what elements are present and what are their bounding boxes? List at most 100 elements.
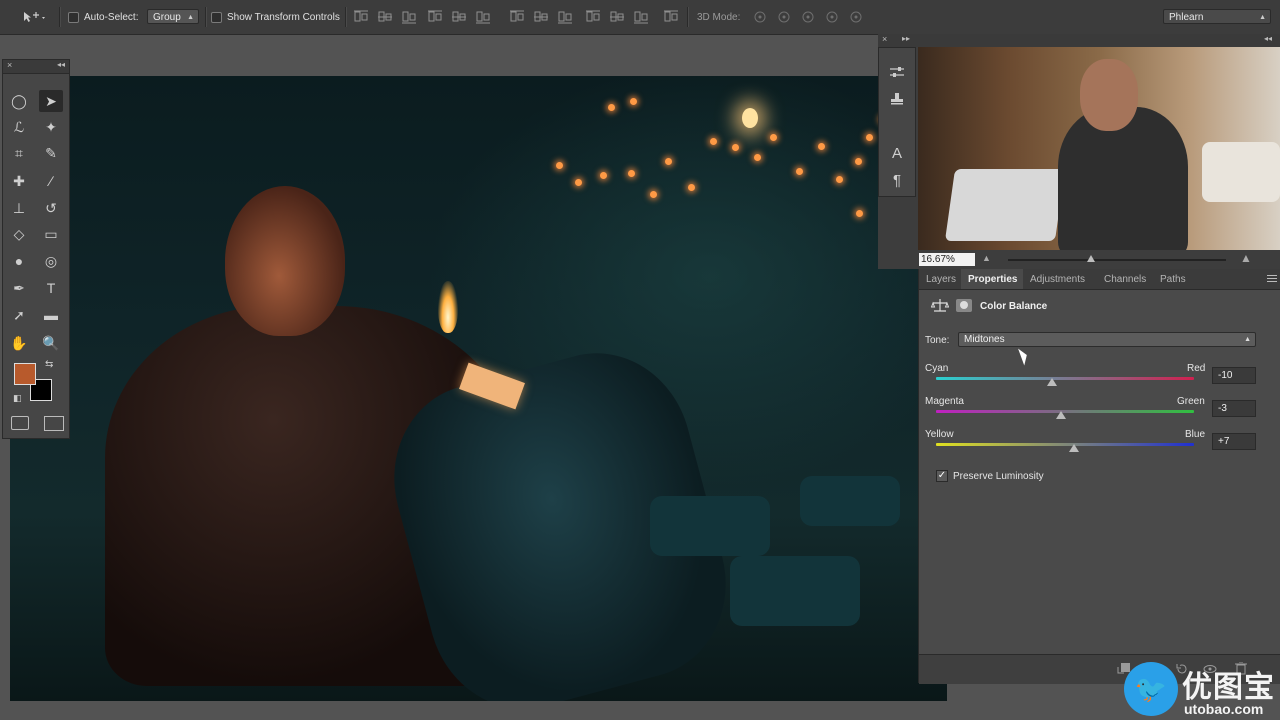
distribute-right-button[interactable] (634, 10, 648, 24)
hand-tool[interactable]: ✋ (7, 332, 31, 354)
roll-3d-button[interactable] (776, 10, 790, 24)
character-panel-button[interactable]: A (879, 140, 915, 167)
clone-source-button[interactable] (879, 85, 915, 112)
distribute-hcenter-button[interactable] (610, 10, 624, 24)
align-top-button[interactable] (354, 10, 368, 24)
elliptical-marquee-tool[interactable]: ◯ (7, 90, 31, 112)
auto-select-check[interactable] (68, 11, 79, 23)
yellow-blue-value[interactable]: +7 (1212, 433, 1256, 450)
tab-properties[interactable]: Properties (961, 269, 1023, 289)
distribute-left-icon (586, 10, 600, 22)
align-bottom-button[interactable] (402, 10, 416, 24)
workspace-dropdown[interactable]: Phlearn ▲ (1163, 9, 1271, 24)
eyedropper-tool[interactable]: ✎ (39, 142, 63, 164)
yellow-blue-track[interactable] (936, 443, 1194, 446)
navigator-zoom-row: 16.67% ▲ ▲ (918, 250, 1280, 268)
crop-tool[interactable]: ⌗ (7, 142, 31, 164)
move-tool-preset-button[interactable] (22, 0, 46, 34)
cyan-red-value[interactable]: -10 (1212, 367, 1256, 384)
eraser-tool[interactable]: ◇ (7, 223, 31, 245)
auto-select-dropdown[interactable]: Group ▲ (147, 9, 199, 24)
cyan-red-track[interactable] (936, 377, 1194, 380)
photo-light-bulb (556, 162, 563, 169)
pen-tool[interactable]: ✒ (7, 277, 31, 299)
orbit-3d-button[interactable] (752, 10, 766, 24)
align-hcenter-button[interactable] (452, 10, 466, 24)
options-bar: Auto-Select: Group ▲ Show Transform Cont… (0, 0, 1280, 35)
expand-icon[interactable]: ▸▸ (902, 34, 910, 43)
align-right-button[interactable] (476, 10, 490, 24)
align-right-icon (476, 11, 490, 24)
clone-stamp-tool[interactable]: ⊥ (7, 197, 31, 219)
distribute-bottom-button[interactable] (558, 10, 572, 24)
pan-3d-icon (802, 11, 814, 23)
auto-align-button[interactable] (664, 10, 678, 24)
move-tool[interactable]: ➤ (39, 90, 63, 112)
blur-tool[interactable]: ● (7, 250, 31, 272)
layer-mask-icon[interactable] (956, 299, 972, 312)
auto-select-checkbox[interactable]: Auto-Select: (68, 0, 138, 34)
default-colors-icon[interactable]: ◧ (13, 393, 22, 404)
swap-colors-icon[interactable]: ⇆ (45, 359, 53, 370)
type-tool[interactable]: T (39, 277, 63, 299)
magenta-green-value[interactable]: -3 (1212, 400, 1256, 417)
zoom-in-icon[interactable]: ▲ (1240, 251, 1252, 265)
document-canvas[interactable] (10, 76, 947, 701)
navigator-preview[interactable] (918, 47, 1280, 250)
navigator-header: × ▸▸ ◂◂ (878, 34, 1280, 47)
photo-person-head (225, 186, 345, 336)
close-icon[interactable]: × (882, 34, 887, 44)
slide-3d-button[interactable] (824, 10, 838, 24)
gradient-tool[interactable]: ▭ (39, 223, 63, 245)
align-vcenter-button[interactable] (378, 10, 392, 24)
screen-mode-icon[interactable] (44, 416, 64, 431)
auto-align-icon (664, 10, 678, 22)
tab-adjustments[interactable]: Adjustments (1023, 269, 1097, 289)
slider-left-label: Magenta (925, 396, 964, 407)
paragraph-icon: ¶ (892, 172, 902, 189)
distribute-top-button[interactable] (510, 10, 524, 24)
magic-wand-tool[interactable]: ✦ (39, 116, 63, 138)
distribute-left-button[interactable] (586, 10, 600, 24)
zoom-slider-track[interactable] (1008, 259, 1226, 261)
tab-layers[interactable]: Layers (919, 269, 961, 289)
panel-tabs: Layers Properties Adjustments Channels Paths (919, 269, 1280, 290)
foreground-color-swatch[interactable] (14, 363, 36, 385)
zoom-out-icon[interactable]: ▲ (982, 253, 991, 263)
rectangle-tool[interactable]: ▬ (39, 304, 63, 326)
history-brush-tool[interactable]: ↺ (39, 197, 63, 219)
path-selection-tool[interactable]: ➚ (7, 304, 31, 326)
dodge-tool[interactable]: ◎ (39, 250, 63, 272)
show-transform-check[interactable] (211, 11, 222, 23)
brush-presets-button[interactable] (879, 58, 915, 85)
photo-light-bulb (710, 138, 717, 145)
tab-paths[interactable]: Paths (1153, 269, 1193, 289)
paragraph-panel-button[interactable]: ¶ (879, 167, 915, 194)
brush-tool[interactable]: ∕ (39, 170, 63, 192)
preserve-luminosity-checkbox[interactable]: ✓ (936, 470, 948, 482)
pan-3d-button[interactable] (800, 10, 814, 24)
show-transform-checkbox[interactable]: Show Transform Controls (211, 0, 340, 34)
collapse-icon[interactable]: ◂◂ (57, 60, 65, 69)
collapse-icon[interactable]: ◂◂ (1264, 34, 1272, 43)
move-icon: ➤ (45, 92, 57, 109)
healing-brush-tool[interactable]: ✚ (7, 170, 31, 192)
yellow-blue-thumb[interactable] (1069, 444, 1080, 452)
quick-mask-icon[interactable] (11, 416, 29, 430)
zoom-tool[interactable]: 🔍 (39, 332, 63, 354)
zoom-value-field[interactable]: 16.67% (919, 253, 975, 266)
tone-dropdown[interactable]: Midtones ▲ (958, 332, 1256, 347)
align-left-button[interactable] (428, 10, 442, 24)
zoom-slider-thumb[interactable] (1086, 255, 1095, 262)
lasso-tool[interactable]: ℒ (7, 116, 31, 138)
magenta-green-thumb[interactable] (1056, 411, 1067, 419)
pen-icon: ✒ (13, 279, 25, 296)
scale-3d-button[interactable] (848, 10, 862, 24)
panel-menu-icon[interactable] (1267, 275, 1277, 283)
close-icon[interactable]: × (7, 60, 12, 70)
tab-channels[interactable]: Channels (1097, 269, 1153, 289)
cyan-red-thumb[interactable] (1047, 378, 1058, 386)
photo-light-bulb (688, 184, 695, 191)
tools-panel-header[interactable]: × ◂◂ (3, 60, 69, 74)
distribute-vcenter-button[interactable] (534, 10, 548, 24)
